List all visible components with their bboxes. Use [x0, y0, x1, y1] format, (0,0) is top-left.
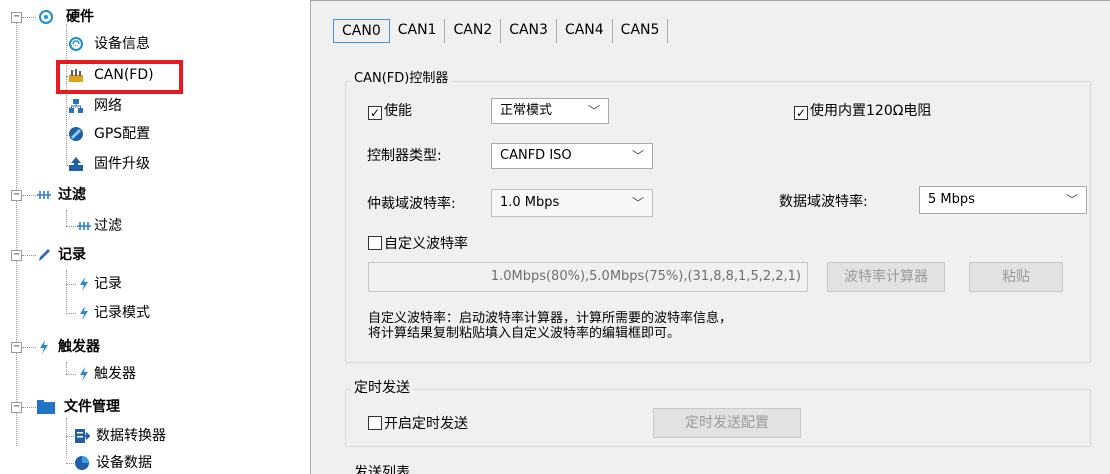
filter-icon: [37, 191, 51, 199]
tree-item-label: 设备信息: [94, 36, 150, 52]
custom-baudrate-label: 自定义波特率: [384, 236, 468, 252]
device-data-icon: [75, 456, 89, 470]
baudrate-calculator-button[interactable]: 波特率计算器: [827, 262, 945, 292]
chevron-down-icon: ﹀: [1065, 193, 1078, 207]
custom-baudrate-note-line2: 将计算结果复制粘贴填入自定义波特率的编辑框即可。: [368, 326, 681, 341]
firmware-upgrade-icon: [69, 157, 83, 171]
collapse-toggle[interactable]: −: [11, 12, 22, 23]
tab-can4[interactable]: CAN4: [557, 19, 613, 43]
lightning-icon: [80, 277, 88, 291]
pencil-icon: [39, 249, 50, 261]
arbitration-baudrate-value: 1.0 Mbps: [500, 195, 560, 210]
check-icon: ✓: [794, 106, 808, 120]
tree-item-label: 文件管理: [64, 399, 120, 415]
controller-type-select[interactable]: CANFD ISO ﹀: [491, 143, 653, 169]
data-baudrate-value: 5 Mbps: [928, 192, 975, 207]
checkbox-unchecked-icon: [368, 416, 382, 430]
settings-panel: CAN0 CAN1 CAN2 CAN3 CAN4 CAN5 CAN(FD)控制器…: [310, 0, 1110, 474]
lightning-icon: [40, 340, 48, 354]
tree-connector: [66, 418, 67, 458]
arbitration-baudrate-label: 仲裁域波特率:: [367, 196, 456, 212]
tab-can2[interactable]: CAN2: [445, 19, 502, 43]
tree-connector: [22, 255, 36, 256]
collapse-toggle[interactable]: −: [11, 250, 22, 261]
tree-connector: [22, 407, 36, 408]
tree-connector: [22, 17, 36, 18]
check-icon: ✓: [368, 106, 382, 120]
tree-connector: [66, 226, 76, 227]
controller-type-value: CANFD ISO: [500, 148, 572, 163]
timed-send-group-title: 定时发送: [351, 379, 413, 397]
timed-send-enable-label: 开启定时发送: [384, 416, 468, 432]
tree-connector: [66, 374, 76, 375]
timed-send-enable-checkbox[interactable]: 开启定时发送: [368, 414, 468, 434]
collapse-toggle[interactable]: −: [11, 402, 22, 413]
tree-item-label: 网络: [94, 98, 122, 114]
tree-connector: [66, 284, 76, 285]
tab-can5[interactable]: CAN5: [613, 19, 669, 43]
custom-baudrate-note-line1: 自定义波特率：启动波特率计算器，计算所需要的波特率信息，: [368, 311, 733, 326]
custom-baudrate-checkbox[interactable]: 自定义波特率: [368, 234, 468, 254]
tree-item-label: 数据转换器: [96, 428, 166, 444]
timed-send-config-button[interactable]: 定时发送配置: [653, 408, 801, 438]
chevron-down-icon: ﹀: [631, 196, 644, 210]
data-baudrate-label: 数据域波特率:: [779, 194, 868, 210]
enable-label: 使能: [384, 103, 412, 119]
lightning-icon: [80, 367, 88, 381]
mode-select[interactable]: 正常模式 ﹀: [491, 98, 609, 124]
data-baudrate-select[interactable]: 5 Mbps ﹀: [919, 186, 1087, 214]
collapse-toggle[interactable]: −: [11, 342, 22, 353]
can-tab-bar: CAN0 CAN1 CAN2 CAN3 CAN4 CAN5: [333, 19, 669, 43]
enable-checkbox[interactable]: ✓ 使能: [368, 101, 412, 121]
tree-item-label: 设备数据: [96, 455, 152, 471]
tree-item-label: GPS配置: [94, 126, 151, 142]
can-controller-group-title: CAN(FD)控制器: [351, 70, 452, 88]
builtin-resistor-checkbox[interactable]: ✓ 使用内置120Ω电阻: [794, 101, 931, 121]
tree-item-label: 记录: [58, 247, 86, 263]
tree-item-label: 过滤: [94, 218, 122, 234]
data-converter-icon: [75, 429, 90, 443]
tree-connector: [66, 362, 67, 374]
hardware-icon: [39, 10, 53, 24]
navigation-tree: − 硬件 设备信息 CAN(FD) 网络 GPS配置 固件升级 − 过滤 过滤 …: [0, 0, 300, 474]
tree-item-label: 触发器: [94, 366, 136, 382]
tab-can0[interactable]: CAN0: [333, 19, 390, 43]
lightning-icon: [80, 306, 88, 320]
tree-connector: [66, 210, 67, 226]
paste-button[interactable]: 粘贴: [969, 262, 1063, 292]
chevron-down-icon: ﹀: [587, 104, 600, 118]
tree-connector: [22, 347, 36, 348]
tree-item-label: 固件升级: [94, 156, 150, 172]
tree-item-label: 触发器: [58, 339, 100, 355]
gps-icon: [69, 127, 83, 141]
filter-icon: [77, 222, 91, 230]
tree-item-label: 记录: [94, 276, 122, 292]
arbitration-baudrate-select[interactable]: 1.0 Mbps ﹀: [491, 189, 653, 217]
tree-connector: [16, 22, 17, 446]
tree-connector: [66, 313, 76, 314]
tree-item-label: 记录模式: [94, 305, 150, 321]
collapse-toggle[interactable]: −: [11, 190, 22, 201]
tab-can3[interactable]: CAN3: [501, 19, 557, 43]
send-list-group-title: 发送列表: [351, 464, 413, 474]
checkbox-unchecked-icon: [368, 236, 382, 250]
mode-select-value: 正常模式: [500, 103, 553, 118]
folder-icon: [37, 400, 55, 414]
tab-can1[interactable]: CAN1: [390, 19, 446, 43]
custom-baudrate-field[interactable]: 1.0Mbps(80%),5.0Mbps(75%),(31,8,8,1,5,2,…: [368, 262, 808, 292]
selection-highlight-box: [56, 60, 183, 94]
tree-connector: [66, 270, 67, 314]
chevron-down-icon: ﹀: [631, 149, 644, 163]
network-icon: [69, 99, 83, 113]
builtin-resistor-label: 使用内置120Ω电阻: [810, 103, 932, 119]
tree-connector: [22, 195, 36, 196]
tree-item-label: 过滤: [58, 187, 86, 203]
tree-item-label: 硬件: [66, 9, 94, 25]
controller-type-label: 控制器类型:: [367, 148, 442, 164]
device-info-icon: [69, 37, 83, 51]
